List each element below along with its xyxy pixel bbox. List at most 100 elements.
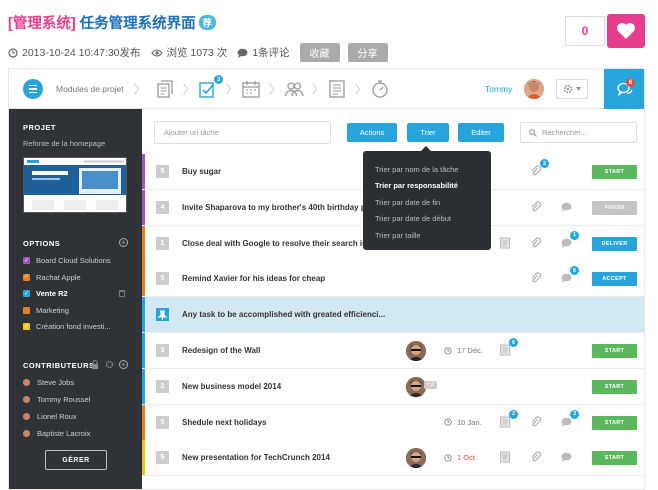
sort-option[interactable]: Trier par nom de la tâche <box>363 161 491 178</box>
task-notes[interactable] <box>499 451 511 463</box>
nav-tasks[interactable]: 3 <box>198 75 223 99</box>
option-checkbox[interactable] <box>23 306 30 314</box>
assignee-avatar[interactable] <box>406 376 426 397</box>
notes-icon[interactable] <box>499 344 511 356</box>
option-checkbox[interactable]: ✓ <box>23 290 30 297</box>
task-size[interactable]: 5 <box>156 451 169 465</box>
task-status-button[interactable]: DELIVER <box>592 236 637 251</box>
task-row[interactable]: 5 Shedule next holidays 10 Jan. 2 3 START <box>142 404 644 441</box>
paperclip-icon[interactable] <box>530 272 542 284</box>
nav-calendar[interactable] <box>241 79 261 99</box>
paperclip-icon[interactable] <box>530 165 542 177</box>
task-title[interactable]: Buy sugar <box>182 167 221 176</box>
lock-icon[interactable] <box>91 360 99 369</box>
option-item[interactable]: ✓ Vente R2 <box>23 289 68 298</box>
task-pin[interactable] <box>156 308 169 322</box>
sort-option[interactable]: Trier par date de début <box>363 211 491 228</box>
task-status-button[interactable]: START <box>592 379 637 394</box>
nav-notes[interactable] <box>327 79 347 99</box>
manage-button[interactable]: GÉRER <box>45 450 107 470</box>
task-attachments[interactable] <box>530 416 542 428</box>
assignee-avatar[interactable] <box>406 448 426 469</box>
comment-icon[interactable] <box>560 272 572 284</box>
task-row[interactable]: Any task to be accomplished with greated… <box>142 297 644 334</box>
search-input[interactable] <box>542 128 632 137</box>
contributor-item[interactable]: Lionel Roux <box>23 412 77 421</box>
task-comments[interactable]: 3 <box>560 409 579 428</box>
task-title[interactable]: Close deal with Google to resolve their … <box>182 239 373 248</box>
add-task-input[interactable] <box>154 121 331 144</box>
task-attachments[interactable] <box>530 451 542 463</box>
pin-icon[interactable] <box>156 308 169 322</box>
task-comments[interactable] <box>560 451 572 463</box>
task-title[interactable]: New business model 2014 <box>182 382 281 391</box>
add-option-button[interactable]: + <box>119 238 128 247</box>
sort-option[interactable]: Trier par taille <box>363 227 491 244</box>
nav-timer[interactable] <box>370 79 390 99</box>
contributor-item[interactable]: Steve Jobs <box>23 378 74 387</box>
task-comments[interactable]: 6 <box>560 266 579 284</box>
extra-assignees-badge[interactable]: +2 <box>424 380 437 389</box>
task-size[interactable]: 5 <box>156 415 169 429</box>
sort-option[interactable]: Trier par responsabilité <box>363 178 491 195</box>
like-button[interactable] <box>607 14 645 48</box>
task-row[interactable]: 5 Remind Xavier for his ideas for cheap 6 A… <box>142 261 644 298</box>
nav-team[interactable] <box>284 79 304 99</box>
paperclip-icon[interactable] <box>530 451 542 463</box>
task-title[interactable]: Shedule next holidays <box>182 418 266 427</box>
current-user-avatar[interactable] <box>524 79 544 99</box>
task-title[interactable]: Remind Xavier for his ideas for cheap <box>182 274 325 283</box>
share-button[interactable]: 分享 <box>347 43 388 62</box>
project-name[interactable]: Refonte de la homepage <box>23 139 105 148</box>
task-row[interactable]: 3 Redesign of the Wall 17 Déc. 6 START <box>142 333 644 369</box>
task-attachments[interactable]: 2 <box>530 159 549 177</box>
post-category[interactable]: [管理系统] <box>8 16 76 32</box>
task-attachments[interactable] <box>530 201 542 213</box>
collect-button[interactable]: 收藏 <box>299 43 340 62</box>
search-box[interactable] <box>520 122 637 143</box>
task-status-button[interactable]: ACCEPT <box>592 272 637 287</box>
trash-icon[interactable] <box>119 290 125 297</box>
task-title[interactable]: New presentation for TechCrunch 2014 <box>182 453 330 462</box>
option-checkbox[interactable]: ✓ <box>23 257 30 264</box>
sort-button[interactable]: Trier <box>407 123 449 142</box>
task-size[interactable]: 1 <box>156 236 169 250</box>
task-notes[interactable]: 6 <box>499 338 518 356</box>
settings-dropdown[interactable] <box>556 79 588 99</box>
task-size[interactable]: 2 <box>156 379 169 393</box>
gear-icon[interactable] <box>105 360 114 369</box>
task-size[interactable]: 4 <box>156 200 169 214</box>
contributor-item[interactable]: Baptiste Lacroix <box>23 429 90 438</box>
comment-icon[interactable] <box>560 201 572 213</box>
paperclip-icon[interactable] <box>530 237 542 249</box>
paperclip-icon[interactable] <box>530 201 542 213</box>
notes-icon[interactable] <box>499 451 511 463</box>
task-title[interactable]: Invite Shaparova to my brother's 40th bi… <box>182 203 372 212</box>
task-size[interactable]: 5 <box>156 272 169 286</box>
task-title[interactable]: Redesign of the Wall <box>182 346 260 355</box>
comment-icon[interactable] <box>560 451 572 463</box>
option-checkbox[interactable]: ✓ <box>23 273 30 281</box>
task-notes[interactable]: 2 <box>499 409 518 428</box>
sort-option[interactable]: Trier par date de fin <box>363 194 491 211</box>
task-row[interactable]: 2 New business model 2014 +2 START <box>142 368 644 405</box>
option-item[interactable]: ✓ Board Cloud Solutions <box>23 256 111 265</box>
task-status-button[interactable]: FINISH <box>592 200 637 215</box>
task-status-button[interactable]: START <box>592 344 637 358</box>
task-comments[interactable] <box>560 201 572 213</box>
task-attachments[interactable] <box>530 237 542 249</box>
nav-documents[interactable] <box>155 79 175 99</box>
contributor-item[interactable]: Tommy Roussel <box>23 395 90 404</box>
task-attachments[interactable] <box>530 272 542 284</box>
option-item[interactable]: Marketing <box>23 306 69 315</box>
add-contributor-button[interactable]: + <box>119 360 128 369</box>
project-thumbnail[interactable] <box>23 157 127 213</box>
option-item[interactable]: ✓ Rachat Apple <box>23 273 81 282</box>
task-status-button[interactable]: START <box>592 165 637 179</box>
menu-button[interactable] <box>23 79 43 99</box>
notes-icon[interactable] <box>499 237 511 249</box>
actions-button[interactable]: Actions <box>347 123 397 142</box>
task-size[interactable]: 5 <box>156 165 169 178</box>
current-user-name[interactable]: Tommy <box>485 84 512 94</box>
task-title[interactable]: Any task to be accomplished with greated… <box>182 310 385 319</box>
